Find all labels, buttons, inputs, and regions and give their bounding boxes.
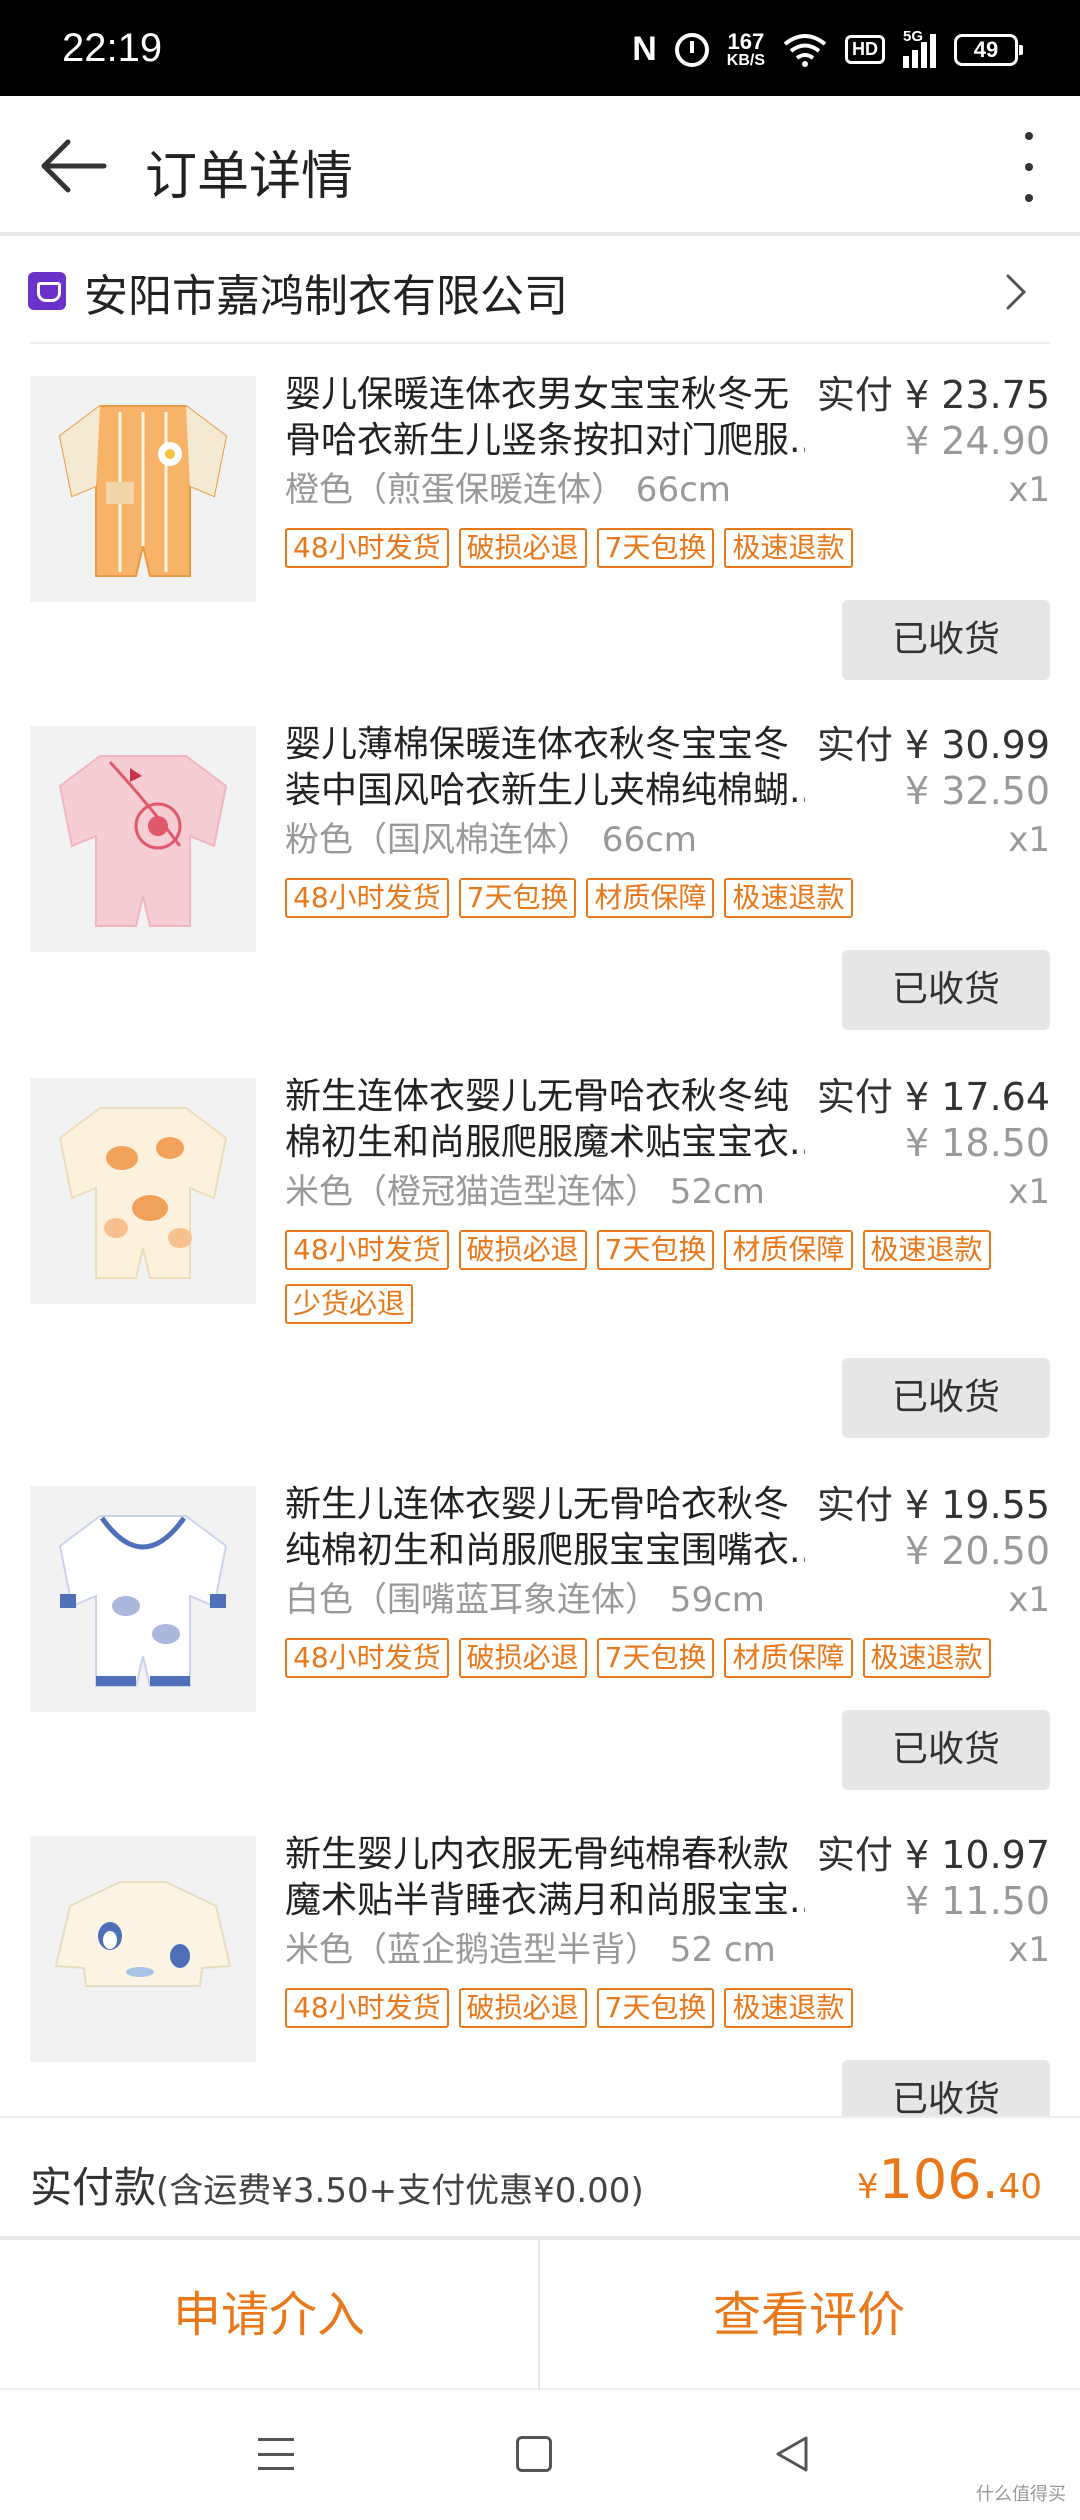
product-title[interactable]: 新生连体衣婴儿无骨哈衣秋冬纯 棉初生和尚服爬服魔术贴宝宝衣... — [285, 1074, 805, 1166]
order-total-bar: 实付款(含运费¥3.50+支付优惠¥0.00) ¥106.40 — [0, 2116, 1080, 2240]
total-detail: (含运费¥3.50+支付优惠¥0.00) — [156, 2171, 644, 2211]
signal-icon: 5G — [903, 28, 936, 68]
service-tag: 材质保障 — [724, 1638, 853, 1678]
status-icons: N 167 KB/S HD 5G 49 — [632, 28, 1023, 69]
service-tag: 破损必退 — [458, 528, 587, 568]
received-button[interactable]: 已收货 — [842, 1710, 1050, 1790]
service-tag: 7天包换 — [596, 1988, 715, 2028]
received-button[interactable]: 已收货 — [842, 1358, 1050, 1438]
status-time: 22:19 — [62, 26, 163, 70]
service-tags: 48小时发货 破损必退 7天包换 材质保障 极速退款 — [285, 1638, 1055, 1678]
product-image[interactable] — [30, 1836, 256, 2062]
alarm-icon — [674, 32, 709, 67]
product-variant: 米色（蓝企鹅造型半背） 52 cm — [285, 1930, 776, 1970]
paid-price: 实付 ¥ 23.75 — [816, 373, 1050, 417]
menu-icon[interactable] — [258, 2438, 294, 2470]
service-tag: 少货必退 — [285, 1284, 414, 1324]
watermark: 什么值得买 — [976, 2484, 1066, 2505]
quantity: x1 — [1008, 1172, 1050, 1212]
shop-row[interactable]: 安阳市嘉鸿制衣有限公司 — [0, 240, 1080, 342]
service-tag: 破损必退 — [458, 1988, 587, 2028]
product-image[interactable] — [30, 1486, 256, 1712]
total-amount: ¥106.40 — [856, 2148, 1042, 2211]
service-tag: 48小时发货 — [285, 1230, 449, 1270]
received-button[interactable]: 已收货 — [842, 600, 1050, 680]
service-tags: 48小时发货 破损必退 7天包换 极速退款 — [285, 528, 1055, 568]
original-price: ¥ 11.50 — [904, 1879, 1050, 1923]
shop-logo-icon — [28, 272, 66, 310]
service-tag: 极速退款 — [724, 878, 853, 918]
service-tag: 48小时发货 — [285, 1638, 449, 1678]
product-title[interactable]: 新生婴儿内衣服无骨纯棉春秋款 魔术贴半背睡衣满月和尚服宝宝... — [285, 1832, 805, 1924]
network-speed: 167 KB/S — [726, 28, 765, 69]
chevron-right-icon — [1006, 274, 1027, 310]
service-tag: 极速退款 — [862, 1638, 991, 1678]
product-image[interactable] — [30, 726, 256, 952]
product-image[interactable] — [30, 376, 256, 602]
original-price: ¥ 32.50 — [904, 769, 1050, 813]
service-tags: 48小时发货 破损必退 7天包换 材质保障 极速退款 少货必退 — [285, 1230, 1055, 1324]
service-tag: 极速退款 — [724, 528, 853, 568]
service-tag: 48小时发货 — [285, 878, 449, 918]
original-price: ¥ 24.90 — [904, 419, 1050, 463]
paid-price: 实付 ¥ 19.55 — [816, 1483, 1050, 1527]
service-tag: 材质保障 — [586, 878, 715, 918]
home-icon[interactable] — [516, 2436, 552, 2472]
hd-icon: HD — [845, 35, 885, 64]
system-nav-bar: 什么值得买 — [0, 2390, 1080, 2520]
service-tag: 极速退款 — [862, 1230, 991, 1270]
more-options-icon[interactable] — [1014, 132, 1044, 202]
back-triangle-icon[interactable] — [772, 2434, 812, 2474]
divider — [30, 342, 1050, 344]
received-button[interactable]: 已收货 — [842, 950, 1050, 1030]
service-tag: 7天包换 — [596, 1638, 715, 1678]
product-title[interactable]: 婴儿薄棉保暖连体衣秋冬宝宝冬 装中国风哈衣新生儿夹棉纯棉蝴... — [285, 722, 805, 814]
quantity: x1 — [1008, 470, 1050, 510]
service-tag: 7天包换 — [596, 528, 715, 568]
paid-price: 实付 ¥ 17.64 — [816, 1075, 1050, 1119]
wifi-icon — [783, 33, 827, 67]
original-price: ¥ 18.50 — [904, 1121, 1050, 1165]
shop-name: 安阳市嘉鸿制衣有限公司 — [84, 271, 568, 322]
product-title[interactable]: 新生儿连体衣婴儿无骨哈衣秋冬 纯棉初生和尚服爬服宝宝围嘴衣... — [285, 1482, 805, 1574]
service-tag: 破损必退 — [458, 1230, 587, 1270]
status-bar: 22:19 N 167 KB/S HD 5G 49 — [0, 0, 1080, 96]
service-tag: 极速退款 — [724, 1988, 853, 2028]
service-tag: 7天包换 — [596, 1230, 715, 1270]
service-tag: 破损必退 — [458, 1638, 587, 1678]
paid-price: 实付 ¥ 10.97 — [816, 1833, 1050, 1877]
paid-price: 实付 ¥ 30.99 — [816, 723, 1050, 767]
app-header: 订单详情 — [0, 96, 1080, 236]
quantity: x1 — [1008, 1580, 1050, 1620]
service-tag: 48小时发货 — [285, 528, 449, 568]
service-tags: 48小时发货 破损必退 7天包换 极速退款 — [285, 1988, 1055, 2028]
total-label: 实付款(含运费¥3.50+支付优惠¥0.00) — [30, 2163, 644, 2212]
service-tag: 48小时发货 — [285, 1988, 449, 2028]
view-review-button[interactable]: 查看评价 — [540, 2240, 1078, 2390]
product-image[interactable] — [30, 1078, 256, 1304]
service-tags: 48小时发货 7天包换 材质保障 极速退款 — [285, 878, 1055, 918]
quantity: x1 — [1008, 1930, 1050, 1970]
product-variant: 米色（橙冠猫造型连体） 52cm — [285, 1172, 765, 1212]
quantity: x1 — [1008, 820, 1050, 860]
back-arrow-icon[interactable] — [38, 136, 108, 196]
battery-icon: 49 — [954, 33, 1023, 66]
bottom-actions: 申请介入 查看评价 — [0, 2240, 1080, 2390]
original-price: ¥ 20.50 — [904, 1529, 1050, 1573]
service-tag: 材质保障 — [724, 1230, 853, 1270]
page-title: 订单详情 — [145, 147, 354, 207]
product-title[interactable]: 婴儿保暖连体衣男女宝宝秋冬无 骨哈衣新生儿竖条按扣对门爬服... — [285, 372, 805, 464]
nfc-icon: N — [632, 30, 657, 68]
product-variant: 橙色（煎蛋保暖连体） 66cm — [285, 470, 731, 510]
apply-intervention-button[interactable]: 申请介入 — [0, 2240, 538, 2390]
product-variant: 白色（围嘴蓝耳象连体） 59cm — [285, 1580, 765, 1620]
product-variant: 粉色（国风棉连体） 66cm — [285, 820, 697, 860]
service-tag: 7天包换 — [458, 878, 577, 918]
